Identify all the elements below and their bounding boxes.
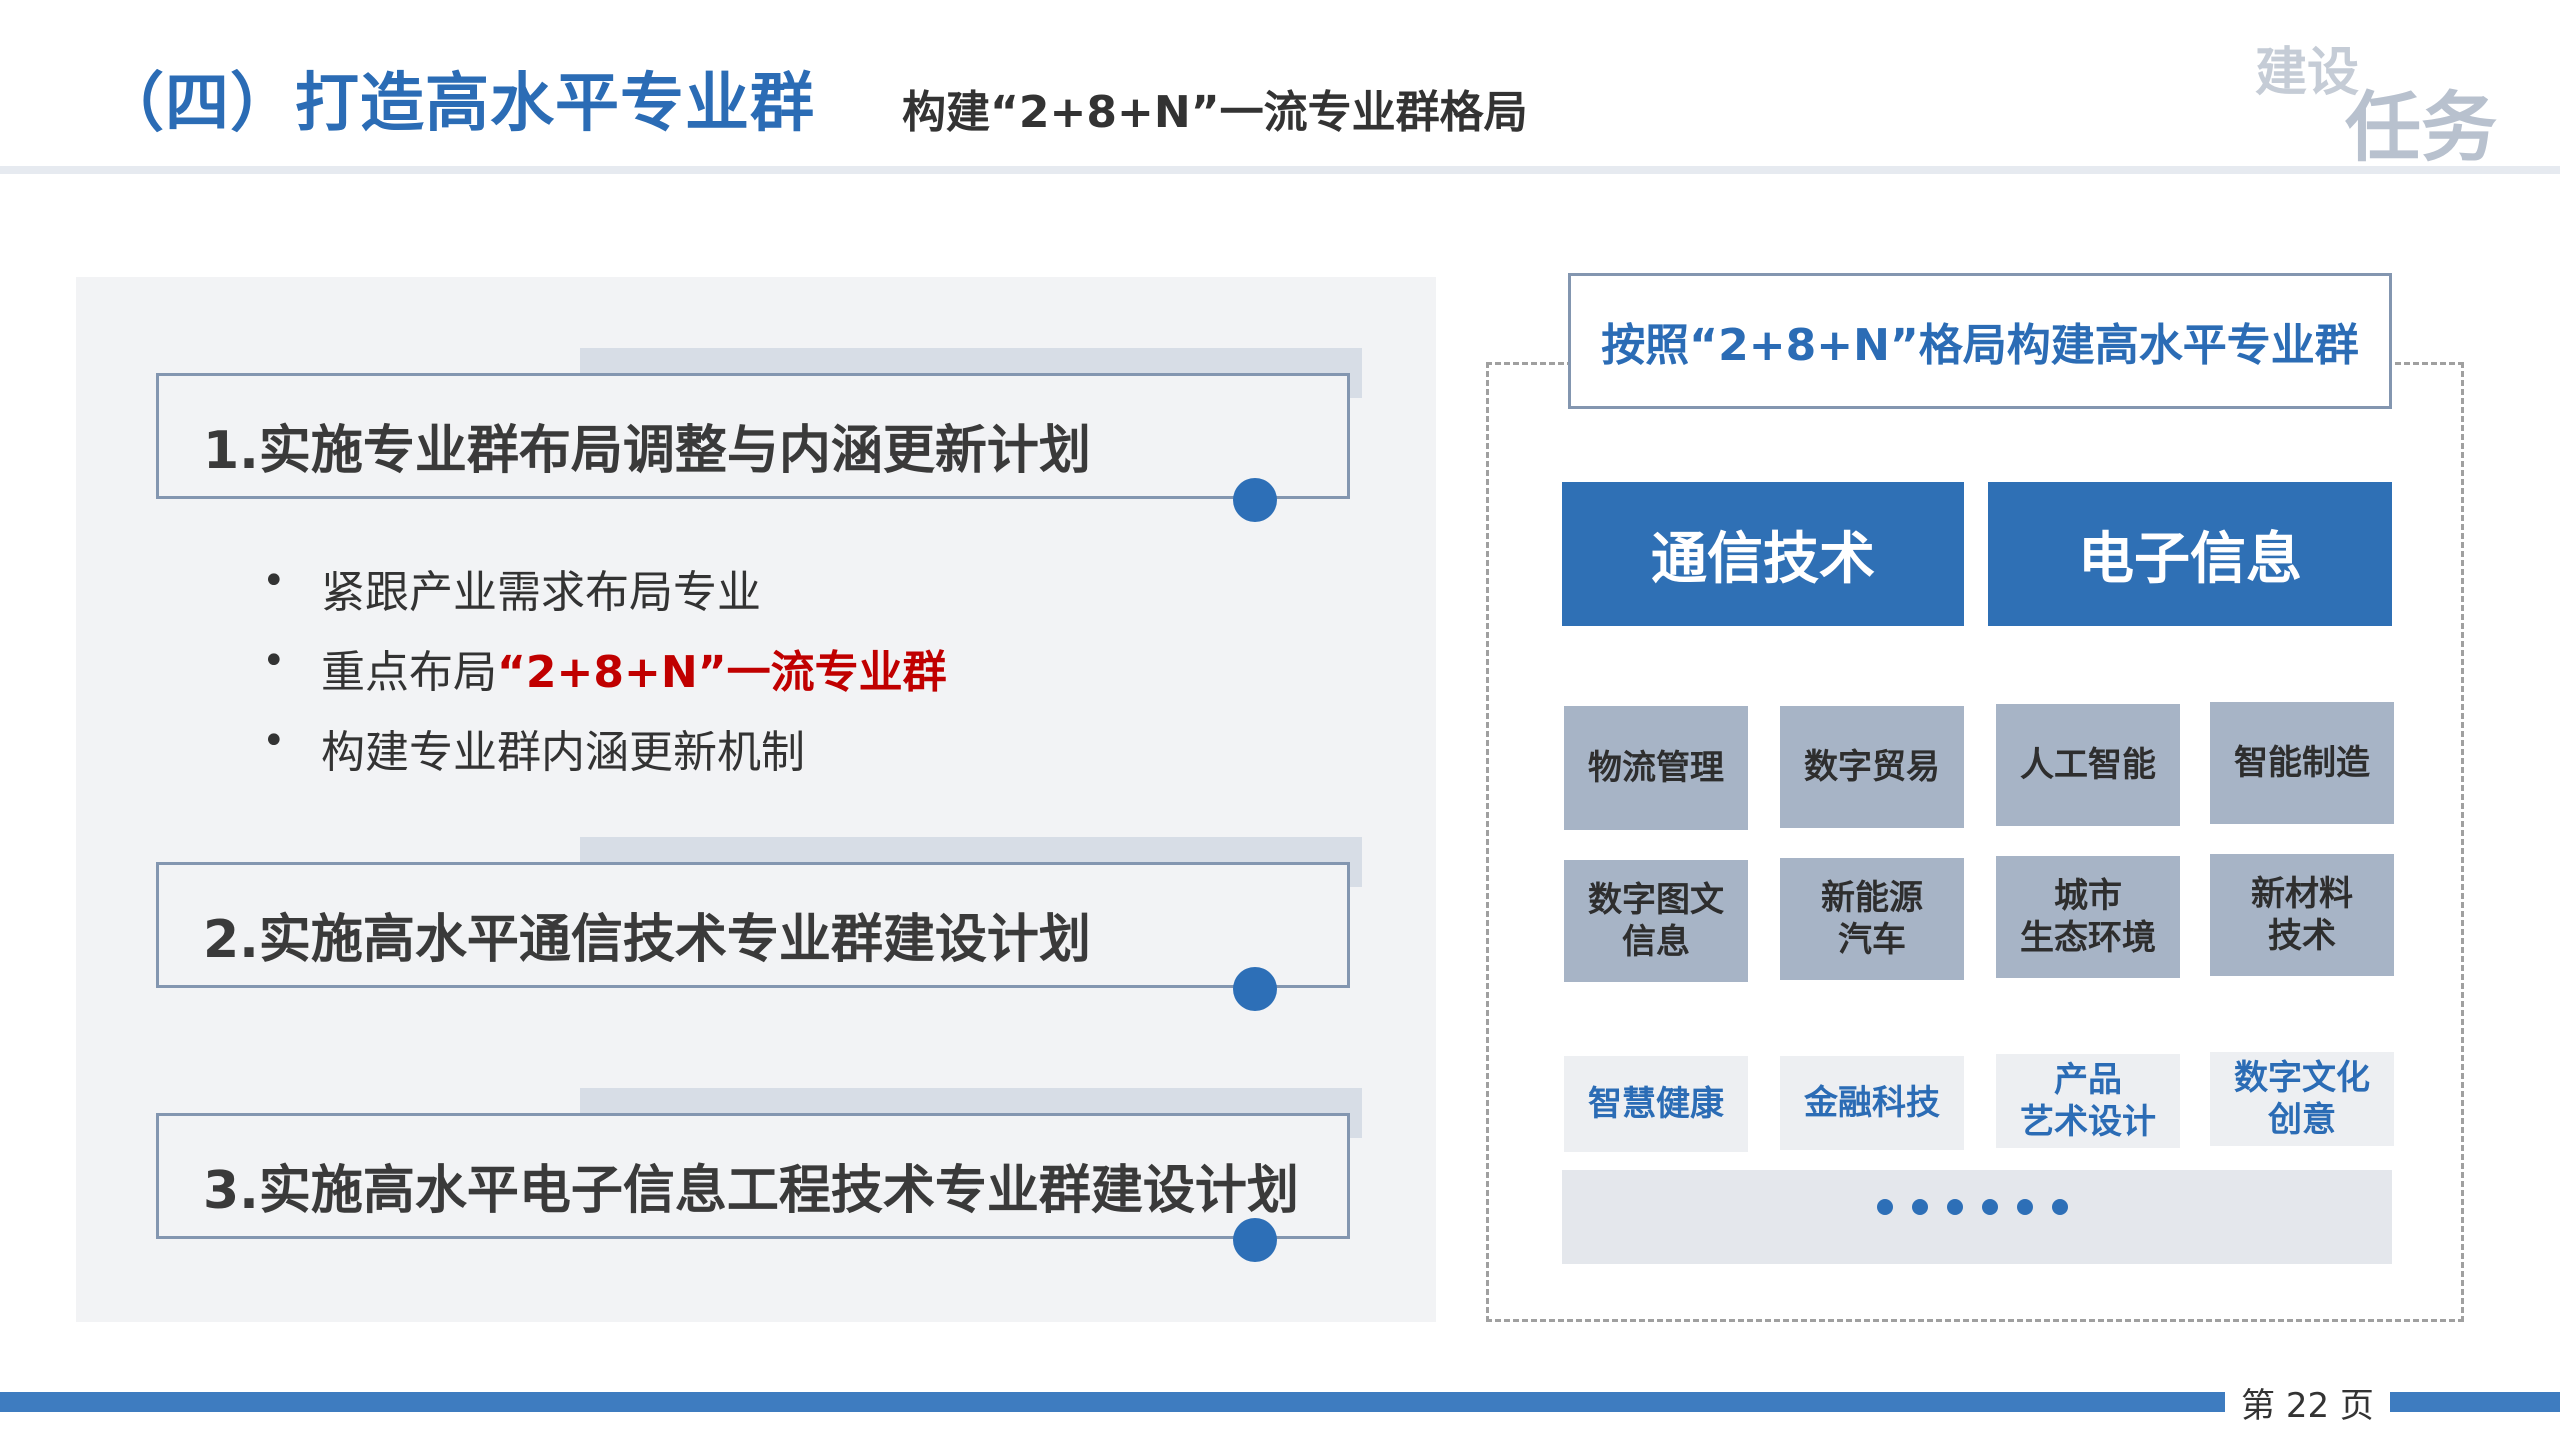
group-digital-culture: 数字文化 创意: [2210, 1052, 2394, 1146]
header-divider: [0, 166, 2560, 174]
group-digital-trade: 数字贸易: [1780, 706, 1964, 828]
diagram-header: 按照“2+8+N”格局构建高水平专业群: [1568, 273, 2392, 409]
group-new-materials: 新材料 技术: [2210, 854, 2394, 976]
bullet-3-text: 构建专业群内涵更新机制: [321, 727, 805, 778]
ellipsis-dot: [1982, 1199, 1998, 1215]
ellipsis-dot: [1912, 1199, 1928, 1215]
bullet-1-text: 紧跟产业需求布局专业: [321, 567, 761, 618]
more-groups-box: [1562, 1170, 2392, 1264]
group-smart-health: 智慧健康: [1564, 1056, 1748, 1152]
ellipsis-dot: [2017, 1199, 2033, 1215]
plan-2-dot: [1233, 967, 1277, 1011]
group-urban-ecology: 城市 生态环境: [1996, 856, 2180, 978]
group-fintech: 金融科技: [1780, 1056, 1964, 1150]
footer-bar-left: [0, 1392, 2225, 1412]
group-smart-manufacturing: 智能制造: [2210, 702, 2394, 824]
plan-1-label: 1.实施专业群布局调整与内涵更新计划: [203, 421, 1091, 481]
ellipsis-dot: [2052, 1199, 2068, 1215]
plan-3-dot: [1233, 1218, 1277, 1262]
corner-word-1: 建设: [2255, 43, 2360, 103]
ellipsis-dot: [1877, 1199, 1893, 1215]
page-number: 第 22 页: [2241, 1386, 2374, 1426]
group-digital-graphics: 数字图文 信息: [1564, 860, 1748, 982]
group-ai: 人工智能: [1996, 704, 2180, 826]
bullet-2-text: 重点布局: [321, 647, 497, 698]
plan-1-dot: [1233, 478, 1277, 522]
group-product-art-design: 产品 艺术设计: [1996, 1054, 2180, 1148]
plan-3-label: 3.实施高水平电子信息工程技术专业群建设计划: [203, 1161, 1299, 1221]
group-logistics: 物流管理: [1564, 706, 1748, 830]
bullet-3: 构建专业群内涵更新机制: [321, 716, 805, 780]
bullet-2-dot: •: [262, 638, 286, 684]
group-new-energy-vehicles: 新能源 汽车: [1780, 858, 1964, 980]
plan-2-label: 2.实施高水平通信技术专业群建设计划: [203, 910, 1091, 970]
bullet-2: 重点布局“2+8+N”一流专业群: [321, 636, 947, 700]
bullet-2-strong: “2+8+N”一流专业群: [497, 647, 947, 698]
bullet-1: 紧跟产业需求布局专业: [321, 556, 761, 620]
bullet-3-dot: •: [262, 718, 286, 764]
page-title: （四）打造高水平专业群: [100, 67, 815, 141]
page-subtitle: 构建“2+8+N”一流专业群格局: [902, 87, 1528, 138]
bullet-1-dot: •: [262, 558, 286, 604]
footer-bar-right: [2390, 1392, 2560, 1412]
ellipsis-dot: [1947, 1199, 1963, 1215]
main-group-electronics: 电子信息: [1988, 482, 2392, 626]
corner-word-2: 任务: [2345, 83, 2497, 172]
main-group-communication: 通信技术: [1562, 482, 1964, 626]
